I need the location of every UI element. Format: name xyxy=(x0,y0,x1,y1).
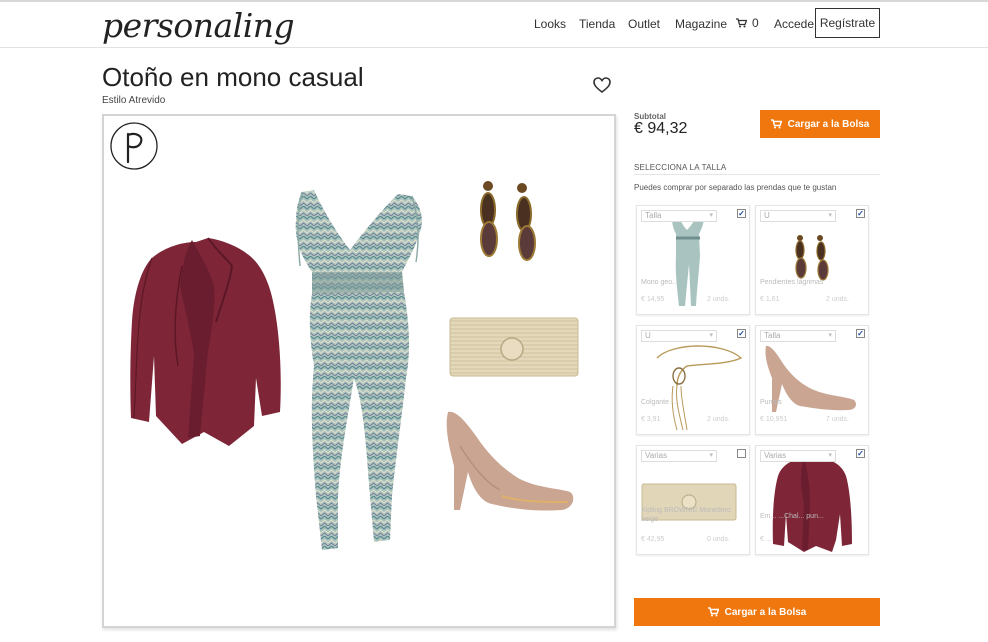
product-units: 2 unds. xyxy=(707,416,730,423)
add-to-bag-label: Cargar a la Bolsa xyxy=(787,118,870,130)
product-card-necklace[interactable]: U ▾ ✓ Colgante ... € 3,91 2 unds. xyxy=(636,325,750,435)
look-style: Estilo Atrevido xyxy=(102,95,166,106)
checkmark-icon[interactable]: ✓ xyxy=(737,209,746,218)
size-select[interactable]: U ▾ xyxy=(760,210,836,222)
cardigan-thumbnail xyxy=(772,458,852,552)
product-card-cardigan[interactable]: Varias ▾ ✓ Em... ...Chal... pun... € ... xyxy=(755,445,869,555)
product-price: € 3,91 xyxy=(641,416,661,423)
divider xyxy=(634,174,880,175)
product-units: 7 unds. xyxy=(826,416,849,423)
size-select[interactable]: Talla ▾ xyxy=(760,330,836,342)
product-card-pumps[interactable]: Talla ▾ ✓ Pumps € 10,951 7 unds. xyxy=(755,325,869,435)
product-card-earrings[interactable]: U ▾ ✓ Pendientes lágrimas € 1,61 2 unds. xyxy=(755,205,869,315)
nav-outlet[interactable]: Outlet xyxy=(628,17,660,31)
size-heading: SELECCIONA LA TALLA xyxy=(634,163,727,172)
product-name: Pendientes lágrimas xyxy=(760,279,824,286)
cart-icon xyxy=(770,119,782,129)
subtotal-value: € 94,32 xyxy=(634,120,688,137)
checkmark-icon[interactable]: ✓ xyxy=(737,329,746,338)
pumps-image xyxy=(446,411,574,511)
nav-magazine[interactable]: Magazine xyxy=(675,17,727,31)
product-name: Mono geo... xyxy=(641,279,678,286)
product-units: 2 unds. xyxy=(826,296,849,303)
personaling-logo[interactable]: personaling xyxy=(102,6,295,45)
cart-icon xyxy=(707,607,719,617)
product-name: Colgante ... xyxy=(641,399,677,406)
add-to-bag-button-bottom[interactable]: Cargar a la Bolsa xyxy=(634,598,880,626)
size-select[interactable]: Talla ▾ xyxy=(641,210,717,222)
top-border xyxy=(0,0,988,2)
top-navigation-bar: personaling Looks Tienda Outlet Magazine… xyxy=(0,0,988,48)
product-name: Kipling BROWNIE Monedero beige xyxy=(641,507,731,523)
product-price: € 10,951 xyxy=(760,416,788,423)
size-note: Puedes comprar por separado las prendas … xyxy=(634,183,837,192)
product-name: Pumps xyxy=(760,399,782,406)
clutch-image xyxy=(449,317,579,377)
product-price: € 42,95 xyxy=(641,536,665,543)
product-price: € 14,95 xyxy=(641,296,665,303)
add-to-bag-button-top[interactable]: Cargar a la Bolsa xyxy=(760,110,880,138)
checkmark-icon[interactable]: ✓ xyxy=(856,209,865,218)
checkmark-icon[interactable]: ✓ xyxy=(856,449,865,458)
add-to-bag-label: Cargar a la Bolsa xyxy=(724,606,807,618)
nav-cart[interactable]: 0 xyxy=(736,16,759,30)
size-select[interactable]: Varias ▾ xyxy=(641,450,717,462)
jumpsuit-image xyxy=(295,190,422,550)
look-image-frame xyxy=(102,114,616,628)
product-card-jumpsuit[interactable]: Talla ▾ ✓ Mono geo... € 14,95 2 unds. xyxy=(636,205,750,315)
jumpsuit-thumbnail xyxy=(672,212,704,306)
nav-looks[interactable]: Looks xyxy=(534,17,566,31)
checkmark-icon[interactable]: ✓ xyxy=(856,329,865,338)
cardigan-image xyxy=(130,237,281,446)
product-card-clutch[interactable]: Varias ▾ Kipling BROWNIE Monedero beige €… xyxy=(636,445,750,555)
cart-icon xyxy=(736,18,747,28)
size-select[interactable]: Varias ▾ xyxy=(760,450,836,462)
look-title: Otoño en mono casual xyxy=(102,62,364,92)
nav-tienda[interactable]: Tienda xyxy=(579,17,615,31)
checkbox[interactable] xyxy=(737,449,746,458)
size-select[interactable]: U ▾ xyxy=(641,330,717,342)
heart-icon[interactable] xyxy=(592,75,612,95)
product-units: 0 unds. xyxy=(707,536,730,543)
product-name: Em... ...Chal... pun... xyxy=(760,513,824,520)
earrings-thumbnail xyxy=(795,235,829,281)
cart-count: 0 xyxy=(752,16,759,30)
nav-login[interactable]: Accede xyxy=(774,17,814,31)
earrings-image xyxy=(480,181,536,261)
product-price: € ... xyxy=(760,536,772,543)
register-button[interactable]: Regístrate xyxy=(815,8,880,38)
product-price: € 1,61 xyxy=(760,296,780,303)
product-units: 2 unds. xyxy=(707,296,730,303)
outfit-collage xyxy=(130,181,579,550)
